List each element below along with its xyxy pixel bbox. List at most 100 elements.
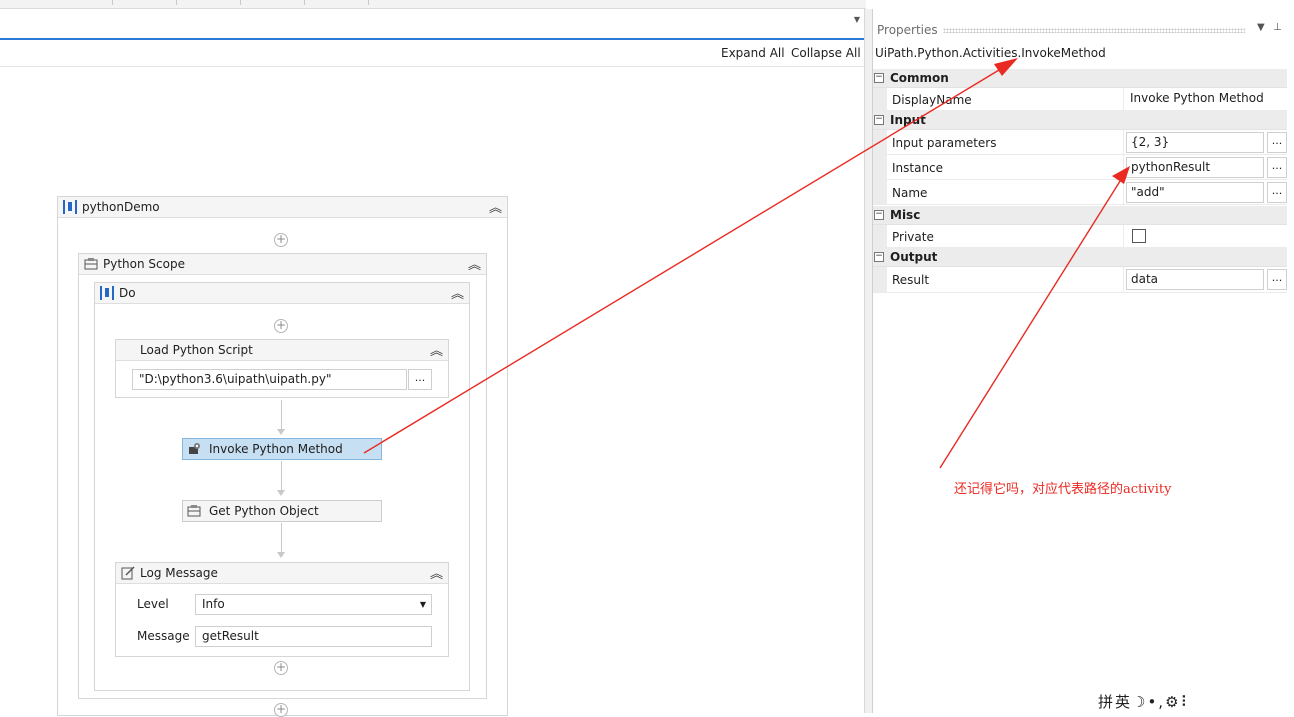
log-message-header: Log Message ︽ bbox=[116, 563, 448, 584]
connector-arrow bbox=[277, 490, 285, 496]
row-gutter bbox=[873, 88, 887, 110]
category-label: Input bbox=[890, 113, 926, 127]
property-row-instance[interactable]: Instance pythonResult ... bbox=[873, 155, 1287, 180]
connector-line bbox=[281, 400, 282, 430]
category-label: Output bbox=[890, 250, 938, 264]
row-gutter bbox=[873, 267, 887, 292]
connector-line bbox=[281, 461, 282, 491]
collapse-chevron-icon[interactable]: ︽ bbox=[430, 340, 443, 359]
panel-splitter[interactable] bbox=[864, 9, 872, 713]
properties-title: Properties bbox=[877, 23, 938, 37]
category-input[interactable]: − Input bbox=[873, 111, 1287, 130]
add-activity-plus-icon[interactable]: + bbox=[274, 661, 288, 675]
script-path-browse-button[interactable]: ... bbox=[408, 369, 432, 390]
sequence-icon bbox=[63, 200, 77, 214]
add-activity-plus-icon[interactable]: + bbox=[274, 233, 288, 247]
category-misc[interactable]: − Misc bbox=[873, 206, 1287, 225]
load-script-header: Load Python Script ︽ bbox=[116, 340, 448, 361]
input-parameters-field[interactable]: {2, 3} bbox=[1126, 132, 1264, 153]
property-row-private[interactable]: Private bbox=[873, 225, 1287, 248]
property-name: Instance bbox=[892, 161, 944, 175]
panel-menu-chevron-icon[interactable]: ▼ bbox=[1257, 22, 1265, 33]
annotation-note: 还记得它吗，对应代表路径的activity bbox=[954, 482, 1172, 497]
log-message-icon bbox=[121, 566, 135, 580]
property-name: Private bbox=[892, 230, 934, 244]
property-name: Input parameters bbox=[892, 136, 997, 150]
instance-field[interactable]: pythonResult bbox=[1126, 157, 1264, 178]
designer-header: ▼ bbox=[0, 9, 866, 38]
add-activity-plus-icon[interactable]: + bbox=[274, 703, 288, 717]
sequence-header: pythonDemo ︽ bbox=[58, 197, 507, 218]
property-row-result[interactable]: Result data ... bbox=[873, 267, 1287, 293]
expand-all-button[interactable]: Expand All bbox=[721, 46, 785, 60]
properties-panel: Properties ▼ ⊥ UiPath.Python.Activities.… bbox=[872, 9, 1294, 713]
activity-type-name: UiPath.Python.Activities.InvokeMethod bbox=[875, 46, 1106, 60]
ime-toolbar[interactable]: 拼英☽•,⚙⠇ bbox=[1098, 691, 1222, 713]
sequence-title: pythonDemo bbox=[82, 200, 160, 214]
panel-grip[interactable] bbox=[943, 28, 1245, 33]
sequence-icon bbox=[100, 286, 114, 300]
python-scope-title: Python Scope bbox=[103, 257, 185, 271]
python-scope-icon bbox=[84, 258, 98, 270]
collapse-toggle-icon[interactable]: − bbox=[874, 115, 884, 125]
level-select[interactable]: Info ▼ bbox=[195, 594, 432, 615]
message-field[interactable]: getResult bbox=[195, 626, 432, 647]
get-python-object-activity[interactable]: Get Python Object bbox=[182, 500, 382, 522]
row-gutter bbox=[873, 225, 887, 247]
level-label: Level bbox=[137, 597, 169, 611]
property-row-input-parameters[interactable]: Input parameters {2, 3} ... bbox=[873, 130, 1287, 155]
invoke-method-title: Invoke Python Method bbox=[209, 442, 343, 456]
invoke-python-method-activity[interactable]: Invoke Python Method bbox=[182, 438, 382, 460]
add-activity-plus-icon[interactable]: + bbox=[274, 319, 288, 333]
category-label: Misc bbox=[890, 208, 921, 222]
tab-separator bbox=[240, 0, 241, 5]
result-edit-button[interactable]: ... bbox=[1267, 269, 1287, 290]
load-script-title: Load Python Script bbox=[140, 343, 253, 357]
connector-line bbox=[281, 523, 282, 553]
collapse-toggle-icon[interactable]: − bbox=[874, 210, 884, 220]
collapse-toggle-icon[interactable]: − bbox=[874, 73, 884, 83]
tab-separator bbox=[368, 0, 369, 5]
pin-icon[interactable]: ⊥ bbox=[1273, 22, 1282, 33]
invoke-method-icon bbox=[189, 443, 200, 454]
property-name: DisplayName bbox=[892, 93, 972, 107]
chevron-down-icon: ▼ bbox=[419, 600, 426, 609]
tab-separator bbox=[176, 0, 177, 5]
python-object-icon bbox=[187, 505, 201, 517]
property-value[interactable]: Invoke Python Method bbox=[1130, 91, 1264, 105]
property-row-displayname[interactable]: DisplayName Invoke Python Method bbox=[873, 88, 1287, 111]
property-name: Name bbox=[892, 186, 928, 200]
private-checkbox[interactable] bbox=[1132, 229, 1146, 243]
tab-separator bbox=[112, 0, 113, 5]
category-output[interactable]: − Output bbox=[873, 248, 1287, 267]
collapse-all-button[interactable]: Collapse All bbox=[791, 46, 861, 60]
property-row-name[interactable]: Name "add" ... bbox=[873, 180, 1287, 205]
level-value: Info bbox=[202, 597, 225, 611]
connector-arrow bbox=[277, 552, 285, 558]
designer-toolbar: Expand All Collapse All bbox=[0, 40, 866, 67]
collapse-chevron-icon[interactable]: ︽ bbox=[430, 563, 443, 582]
script-path-field[interactable]: "D:\python3.6\uipath\uipath.py" bbox=[132, 369, 407, 390]
do-title: Do bbox=[119, 286, 136, 300]
category-common[interactable]: − Common bbox=[873, 69, 1287, 88]
row-gutter bbox=[873, 130, 887, 154]
collapse-chevron-icon[interactable]: ︽ bbox=[489, 197, 502, 216]
property-name: Result bbox=[892, 273, 930, 287]
properties-title-bar: Properties ▼ ⊥ bbox=[873, 19, 1294, 41]
method-name-edit-button[interactable]: ... bbox=[1267, 182, 1287, 203]
tab-separator bbox=[304, 0, 305, 5]
instance-edit-button[interactable]: ... bbox=[1267, 157, 1287, 178]
collapse-chevron-icon[interactable]: ︽ bbox=[468, 254, 481, 273]
do-header: Do ︽ bbox=[95, 283, 469, 304]
row-gutter bbox=[873, 155, 887, 179]
collapse-toggle-icon[interactable]: − bbox=[874, 252, 884, 262]
result-field[interactable]: data bbox=[1126, 269, 1264, 290]
python-scope-header: Python Scope ︽ bbox=[79, 254, 486, 275]
get-object-title: Get Python Object bbox=[209, 504, 319, 518]
tab-list-dropdown-icon[interactable]: ▼ bbox=[854, 15, 860, 24]
method-name-field[interactable]: "add" bbox=[1126, 182, 1264, 203]
collapse-chevron-icon[interactable]: ︽ bbox=[451, 283, 464, 302]
connector-arrow bbox=[277, 429, 285, 435]
input-parameters-edit-button[interactable]: ... bbox=[1267, 132, 1287, 153]
document-tab-strip bbox=[0, 0, 866, 9]
